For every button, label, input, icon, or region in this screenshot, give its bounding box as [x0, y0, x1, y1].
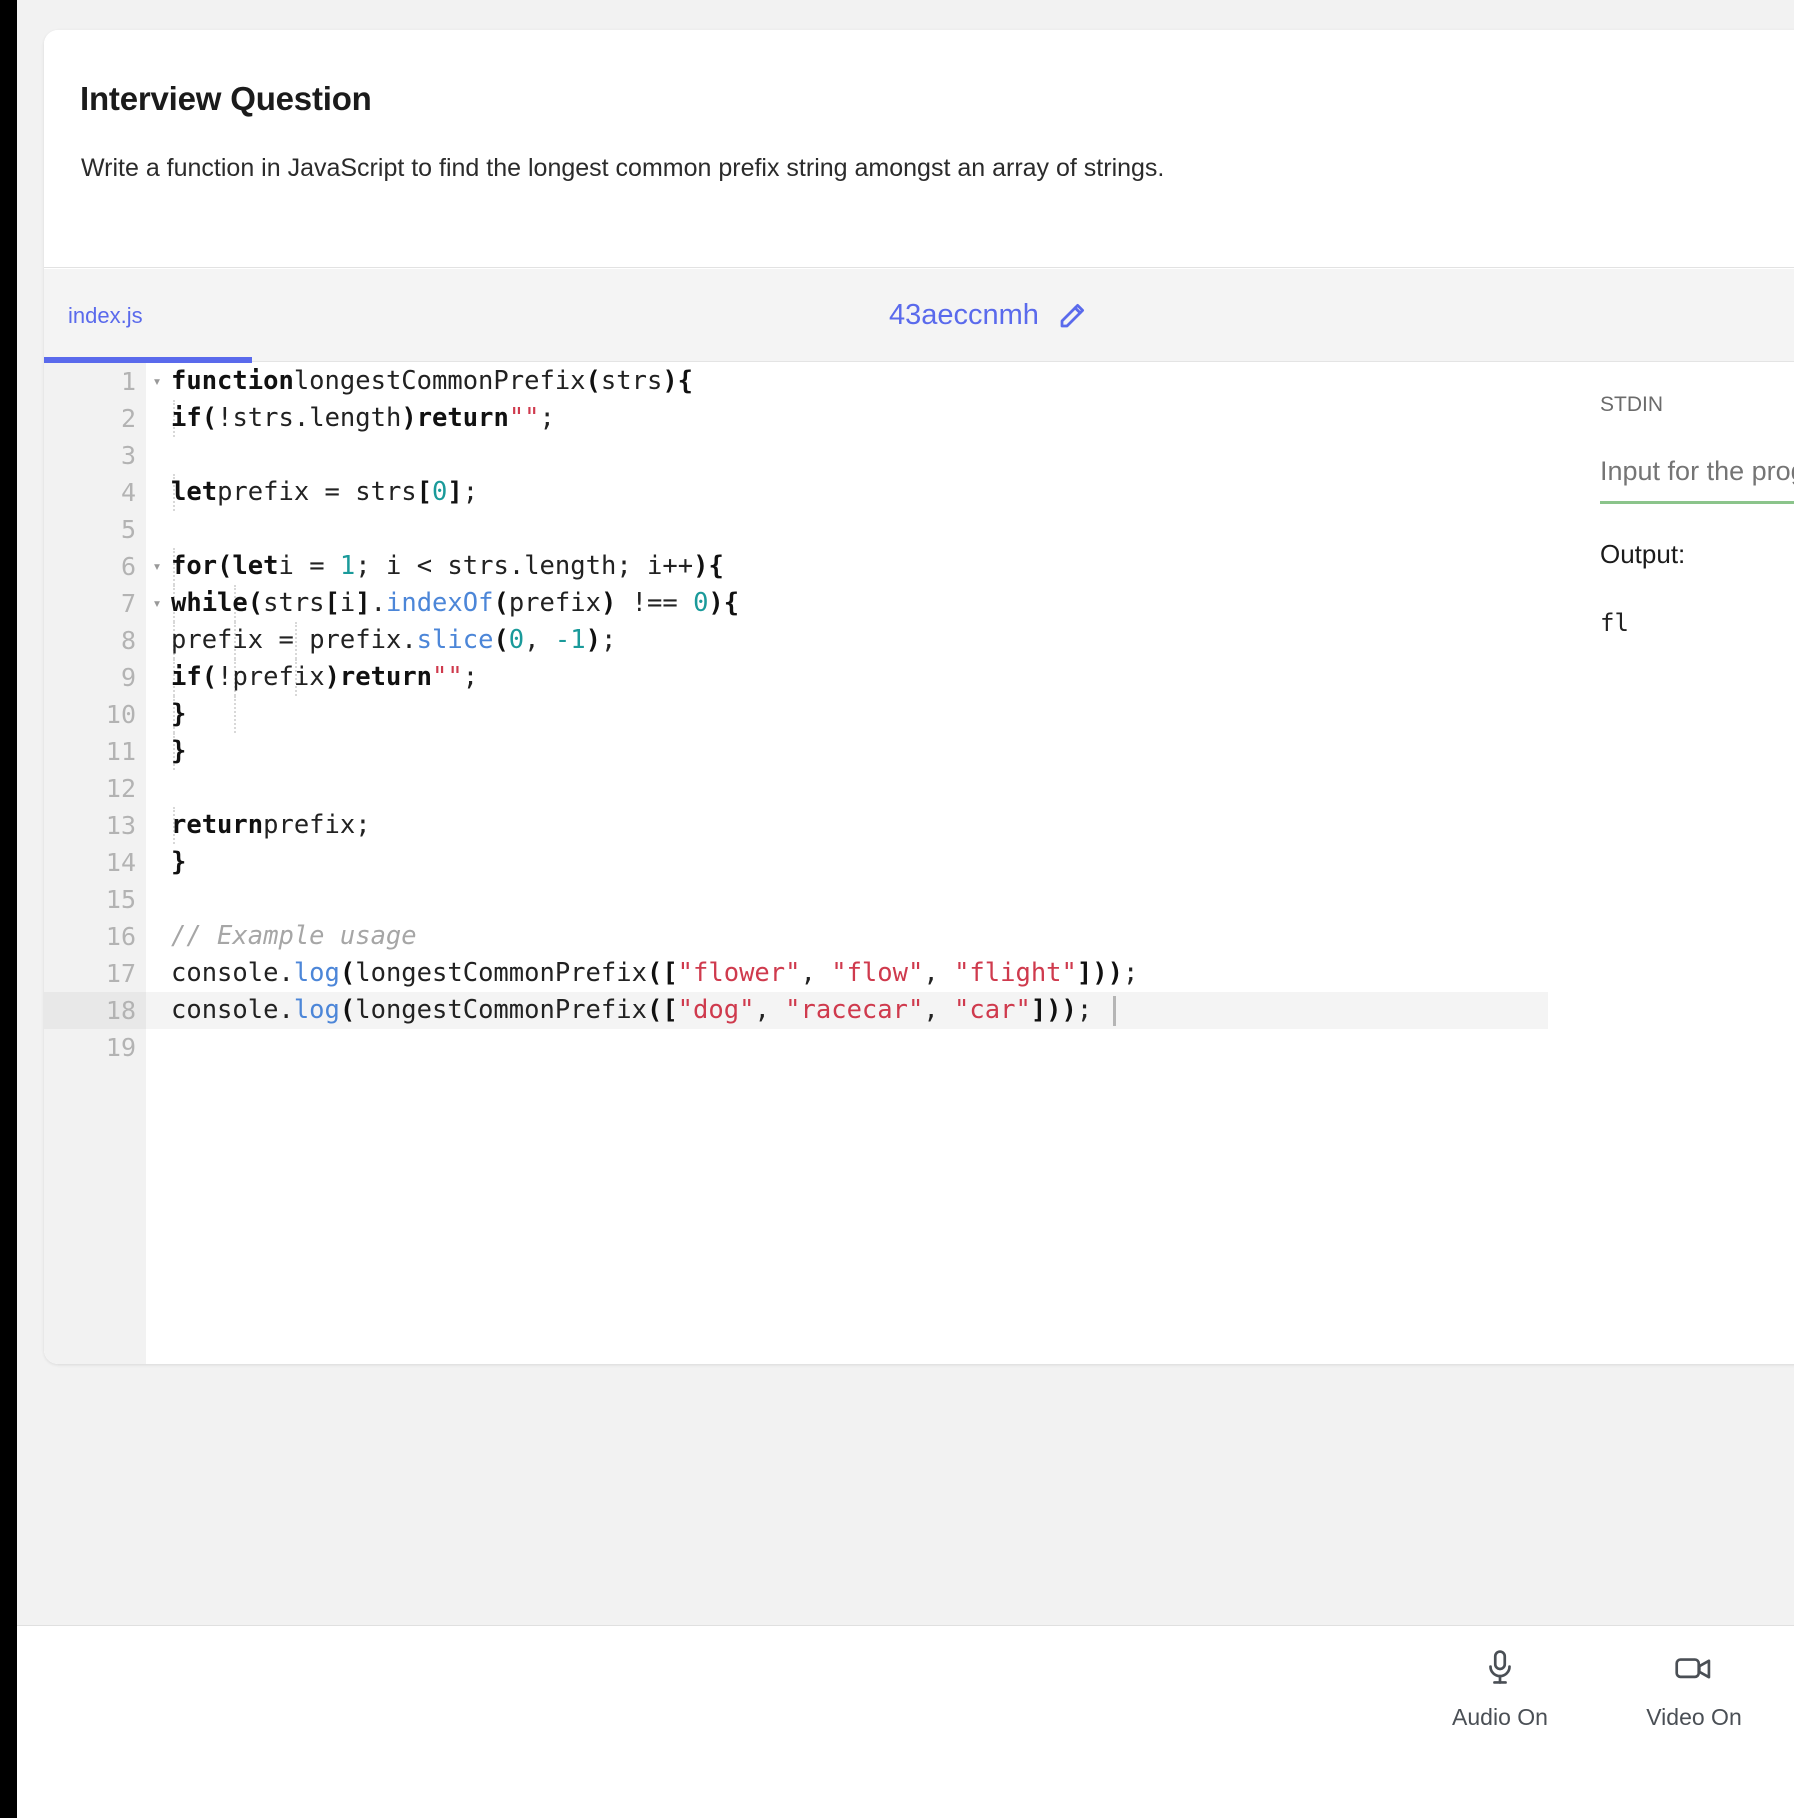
stdin-label: STDIN [1600, 393, 1663, 416]
video-camera-icon [1672, 1648, 1716, 1690]
fold-arrow-icon[interactable]: ▾ [148, 363, 166, 400]
pencil-icon[interactable] [1057, 301, 1087, 331]
io-panel: STDIN Output: fl [1556, 363, 1794, 1364]
app-root: Interview Question Write a function in J… [0, 0, 1794, 1818]
code-line[interactable]: 11 } [44, 733, 1548, 770]
code-line-text: } [171, 847, 187, 877]
audio-toggle-button[interactable]: Audio On [1440, 1648, 1560, 1731]
output-label: Output: [1600, 539, 1686, 569]
code-line-text: } [171, 736, 187, 766]
code-area[interactable]: 1 ▾ function longestCommonPrefix(strs) {2 … [44, 363, 1548, 1364]
line-number: 9 [44, 659, 146, 696]
session-id: 43aeccnmh [889, 299, 1039, 331]
code-line[interactable]: 6 ▾ for (let i = 1; i < strs. length; i ++)… [44, 548, 1548, 585]
tab-index-js[interactable]: index.js [44, 269, 252, 362]
code-line[interactable]: 2 if (! strs. length) return ""; [44, 400, 1548, 437]
code-line-text: console. log(longestCommonPrefix(["dog", … [171, 995, 1093, 1025]
line-number: 8 [44, 622, 146, 659]
code-line[interactable]: 12 [44, 770, 1548, 807]
code-line[interactable]: 8 prefix = prefix. slice(0, -1); [44, 622, 1548, 659]
line-number: 15 [44, 881, 146, 918]
stdin-underline [1600, 501, 1794, 504]
video-toggle-button[interactable]: Video On [1634, 1648, 1754, 1731]
code-line-text: return prefix; [171, 810, 371, 840]
page-title: Interview Question [80, 80, 372, 117]
line-number: 1 [44, 363, 146, 400]
code-line[interactable]: 7 ▾ while (strs[i]. indexOf(prefix) !== 0)… [44, 585, 1548, 622]
code-line[interactable]: 5 [44, 511, 1548, 548]
code-editor[interactable]: 1 ▾ function longestCommonPrefix(strs) {2 … [44, 363, 1548, 1364]
code-line[interactable]: 13 return prefix; [44, 807, 1548, 844]
line-number: 11 [44, 733, 146, 770]
fold-arrow-icon[interactable]: ▾ [148, 585, 166, 622]
line-number: 5 [44, 511, 146, 548]
media-controls: Audio On Video On [1440, 1648, 1754, 1731]
editor-tabbar: index.js 43aeccnmh [44, 269, 1794, 363]
video-toggle-label: Video On [1646, 1704, 1742, 1730]
code-line[interactable]: 19 [44, 1029, 1548, 1066]
code-line-text: while (strs[i]. indexOf(prefix) !== 0) { [171, 588, 740, 618]
code-line[interactable]: 10 } [44, 696, 1548, 733]
line-number: 18 [44, 992, 146, 1029]
line-number: 12 [44, 770, 146, 807]
text-cursor [1113, 996, 1116, 1026]
code-line[interactable]: 3 [44, 437, 1548, 474]
line-number: 6 [44, 548, 146, 585]
question-block: Interview Question Write a function in J… [44, 30, 1794, 268]
line-number: 19 [44, 1029, 146, 1066]
line-number: 14 [44, 844, 146, 881]
line-number: 10 [44, 696, 146, 733]
code-line-text: // Example usage [171, 921, 417, 951]
fold-arrow-icon[interactable]: ▾ [148, 548, 166, 585]
code-line[interactable]: 17 console. log(longestCommonPrefix(["flow… [44, 955, 1548, 992]
bottom-control-bar: Audio On Video On [17, 1625, 1794, 1818]
code-line[interactable]: 1 ▾ function longestCommonPrefix(strs) { [44, 363, 1548, 400]
line-number: 17 [44, 955, 146, 992]
line-number: 16 [44, 918, 146, 955]
code-line-text: function longestCommonPrefix(strs) { [171, 366, 694, 396]
code-line[interactable]: 14} [44, 844, 1548, 881]
code-line[interactable]: 4 let prefix = strs[0]; [44, 474, 1548, 511]
line-number: 13 [44, 807, 146, 844]
code-line-text: prefix = prefix. slice(0, -1); [171, 625, 617, 655]
code-line-text: if (! prefix) return ""; [171, 662, 479, 692]
stdin-input[interactable] [1600, 445, 1794, 497]
code-line[interactable]: 9 if (! prefix) return ""; [44, 659, 1548, 696]
output-value: fl [1600, 609, 1629, 637]
line-number: 2 [44, 400, 146, 437]
code-line-text: for (let i = 1; i < strs. length; i ++) { [171, 551, 724, 581]
code-line[interactable]: 18 console. log(longestCommonPrefix(["dog"… [44, 992, 1548, 1029]
session-info: 43aeccnmh [889, 269, 1087, 362]
interview-card: Interview Question Write a function in J… [44, 30, 1794, 1364]
line-number: 3 [44, 437, 146, 474]
question-description: Write a function in JavaScript to find t… [81, 154, 1165, 182]
line-number: 7 [44, 585, 146, 622]
code-line-text: } [171, 699, 187, 729]
audio-toggle-label: Audio On [1452, 1704, 1548, 1730]
code-line-text: if (! strs. length) return ""; [171, 403, 555, 433]
line-number: 4 [44, 474, 146, 511]
tab-label: index.js [68, 302, 143, 328]
code-line-text: console. log(longestCommonPrefix(["flower… [171, 958, 1139, 988]
microphone-icon [1481, 1648, 1519, 1690]
code-line-text: let prefix = strs[0]; [171, 477, 479, 507]
code-line[interactable]: 16 // Example usage [44, 918, 1548, 955]
code-line[interactable]: 15 [44, 881, 1548, 918]
